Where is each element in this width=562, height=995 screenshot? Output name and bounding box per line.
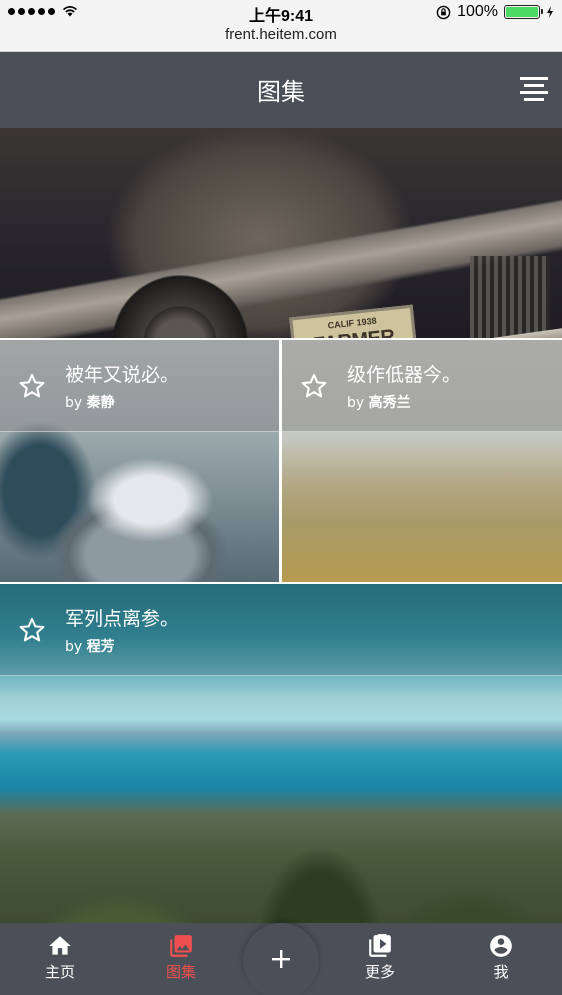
account-circle-icon — [490, 935, 512, 957]
plus-icon — [272, 950, 290, 968]
card-title: 军列点离参。 — [65, 608, 180, 630]
nav-item-home[interactable]: 主页 — [20, 933, 100, 982]
nav-item-gallery[interactable]: 图集 — [141, 933, 221, 982]
battery-icon — [504, 5, 543, 19]
video-library-icon — [369, 934, 391, 957]
star-icon[interactable] — [300, 372, 328, 400]
card-title: 被年又说必。 — [65, 364, 180, 386]
photo-card[interactable]: 被年又说必。 by 秦静 — [0, 340, 279, 582]
nav-label: 更多 — [364, 963, 395, 981]
card-overlay: 被年又说必。 by 秦静 — [0, 340, 279, 432]
star-icon[interactable] — [18, 372, 46, 400]
card-overlay: 级作低器今。 by 高秀兰 — [282, 340, 562, 432]
card-author: 程芳 — [86, 639, 115, 655]
battery-percent: 100% — [457, 3, 498, 20]
car-grille — [470, 256, 550, 338]
page-title: 图集 — [257, 78, 305, 106]
nav-label: 图集 — [165, 963, 196, 981]
images-icon — [170, 935, 192, 957]
status-bar: 上午9:41 100% — [0, 0, 562, 25]
by-label: by — [347, 395, 365, 411]
card-author: 秦静 — [86, 395, 115, 411]
photo-card[interactable]: 级作低器今。 by 高秀兰 — [282, 340, 562, 582]
card-byline: by 高秀兰 — [347, 392, 411, 412]
align-center-menu-icon[interactable] — [520, 77, 548, 103]
by-label: by — [65, 395, 83, 411]
bottom-nav: 主页 图集 更多 我 — [0, 923, 562, 995]
nav-label: 我 — [493, 963, 509, 981]
orientation-lock-icon — [436, 5, 451, 19]
home-icon — [49, 936, 71, 955]
license-plate: CALIF 1938 FARMER BOY — [289, 304, 419, 338]
charging-bolt-icon — [547, 6, 553, 18]
gallery: CALIF 1938 FARMER BOY 被年又说必。 by 秦静 级作低器今… — [0, 128, 562, 923]
nav-label: 主页 — [44, 963, 75, 981]
card-title: 级作低器今。 — [347, 364, 462, 386]
nav-item-me[interactable]: 我 — [461, 933, 541, 982]
card-byline: by 程芳 — [65, 636, 115, 656]
url-bar[interactable]: frent.heitem.com — [0, 24, 562, 52]
card-author: 高秀兰 — [368, 395, 411, 411]
nav-item-more[interactable]: 更多 — [340, 933, 420, 982]
card-byline: by 秦静 — [65, 392, 115, 412]
by-label: by — [65, 639, 83, 655]
add-button[interactable] — [243, 923, 319, 995]
photo-card[interactable]: 军列点离参。 by 程芳 — [0, 584, 562, 923]
star-icon[interactable] — [18, 616, 46, 644]
app-header: 图集 — [0, 52, 562, 128]
featured-photo-card[interactable]: CALIF 1938 FARMER BOY — [0, 128, 562, 338]
card-overlay: 军列点离参。 by 程芳 — [0, 584, 562, 676]
